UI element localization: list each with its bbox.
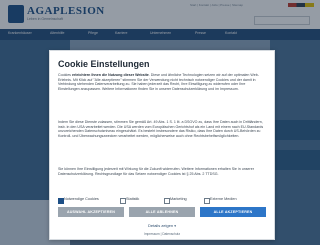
paragraph-text: Cookies — [58, 73, 72, 77]
details-link[interactable]: Details zeigen ▾ — [50, 223, 274, 228]
accept-selection-button[interactable]: AUSWAHL AKZEPTIEREN — [58, 207, 124, 217]
cookie-category-row: Notwendige Cookies Statistik Marketing E… — [58, 197, 266, 205]
dialog-paragraph-2: Indem Sie diese Dienste zulassen, stimme… — [58, 120, 264, 138]
cookie-dialog: Cookie Einstellungen Cookies erleichtern… — [49, 50, 275, 240]
checkbox-label: Statistik — [126, 197, 140, 201]
reject-all-button[interactable]: ALLE ABLEHNEN — [129, 207, 195, 217]
dialog-footer-links[interactable]: Impressum | Datenschutz — [50, 232, 274, 236]
checkbox-label: Marketing — [170, 197, 187, 201]
accept-all-button[interactable]: ALLE AKZEPTIEREN — [200, 207, 266, 217]
chevron-down-icon[interactable]: ▾ — [174, 224, 176, 228]
dialog-paragraph-1: Cookies erleichtern Ihnen die Nutzung di… — [58, 73, 266, 91]
dialog-title: Cookie Einstellungen — [58, 59, 150, 69]
paragraph-bold-text: erleichtern Ihnen die Nutzung dieser Web… — [71, 73, 149, 77]
checkbox-label: Notwendige Cookies — [64, 197, 99, 201]
dialog-paragraph-3: Sie können Ihre Einwilligung jederzeit m… — [58, 167, 254, 176]
details-link-label[interactable]: Details zeigen — [148, 223, 173, 228]
checkbox-label: Externe Medien — [210, 197, 237, 201]
